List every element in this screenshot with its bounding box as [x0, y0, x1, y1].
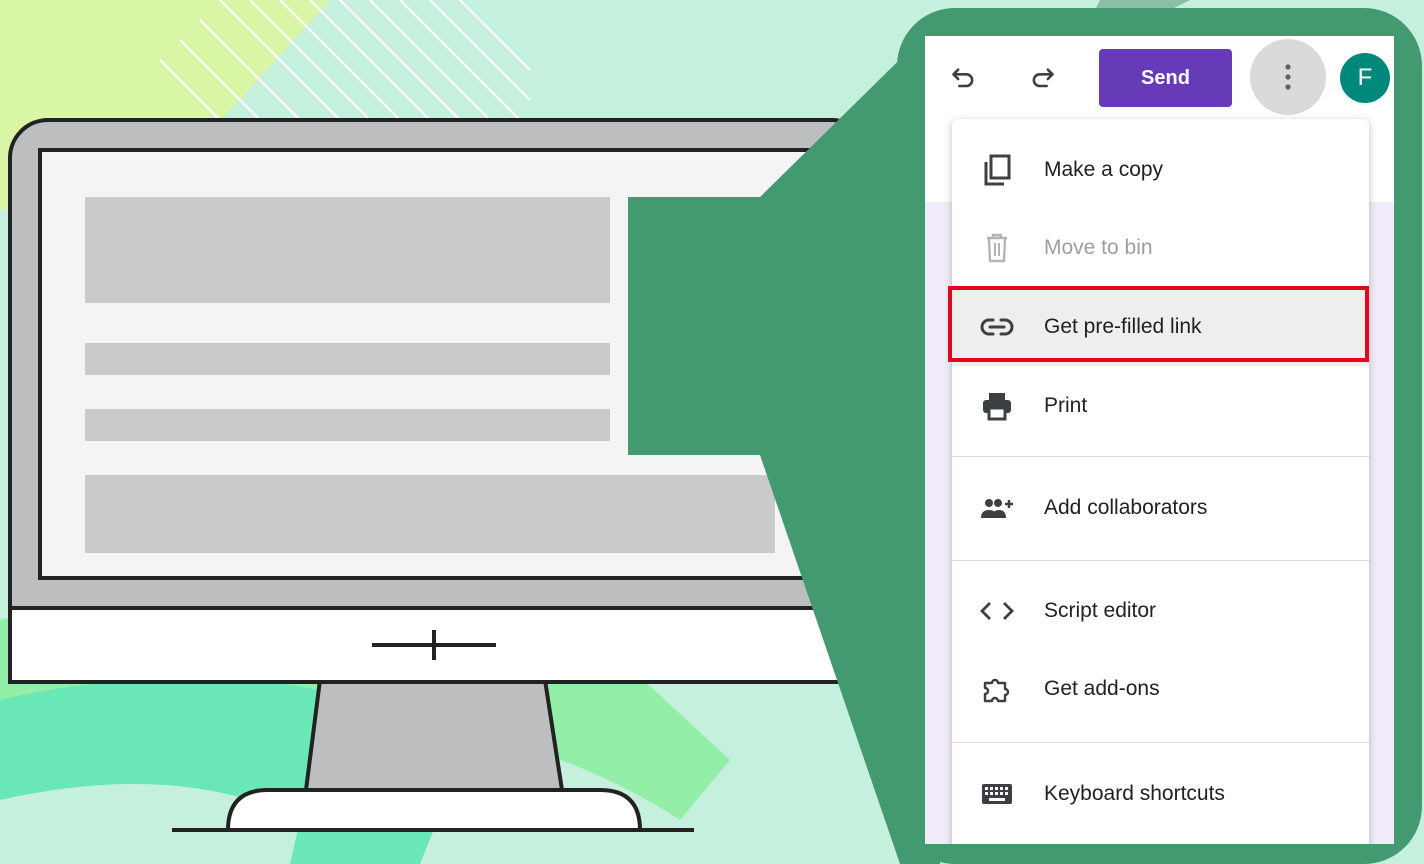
menu-item-label: Get pre-filled link [1044, 315, 1202, 338]
menu-divider [952, 456, 1369, 457]
forms-screenshot-panel: Send F Make a copy Move to bin Get pre-f… [925, 36, 1394, 844]
menu-item-get-prefilled-link[interactable]: Get pre-filled link [948, 286, 1369, 366]
more-options-menu: Make a copy Move to bin Get pre-filled l… [948, 119, 1369, 844]
menu-item-label: Get add-ons [1044, 677, 1160, 700]
menu-item-label: Move to bin [1044, 236, 1153, 259]
menu-item-label: Add collaborators [1044, 496, 1208, 519]
avatar[interactable]: F [1340, 53, 1390, 103]
link-icon [976, 306, 1018, 348]
menu-item-label: Print [1044, 394, 1088, 417]
menu-item-move-to-bin[interactable]: Move to bin [952, 209, 1369, 287]
redo-icon[interactable] [1025, 62, 1059, 96]
copy-icon [976, 149, 1018, 191]
menu-item-script-editor[interactable]: Script editor [952, 572, 1369, 650]
trash-icon [976, 227, 1018, 269]
menu-divider [952, 560, 1369, 561]
keyboard-icon [976, 773, 1018, 815]
menu-item-label: Make a copy [1044, 158, 1164, 181]
send-button[interactable]: Send [1099, 49, 1232, 107]
more-vert-icon[interactable] [1250, 39, 1326, 115]
menu-item-get-add-ons[interactable]: Get add-ons [952, 650, 1369, 728]
undo-icon[interactable] [947, 62, 981, 96]
menu-item-add-collaborators[interactable]: Add collaborators [952, 469, 1369, 547]
menu-item-label: Keyboard shortcuts [1044, 782, 1225, 805]
menu-item-print[interactable]: Print [952, 367, 1369, 445]
menu-item-keyboard-shortcuts[interactable]: Keyboard shortcuts [952, 755, 1369, 833]
puzzle-icon [976, 668, 1018, 710]
menu-divider [952, 742, 1369, 743]
printer-icon [976, 385, 1018, 427]
add-people-icon [976, 487, 1018, 529]
code-icon [976, 590, 1018, 632]
menu-item-make-copy[interactable]: Make a copy [952, 131, 1369, 209]
menu-item-label: Script editor [1044, 599, 1157, 622]
